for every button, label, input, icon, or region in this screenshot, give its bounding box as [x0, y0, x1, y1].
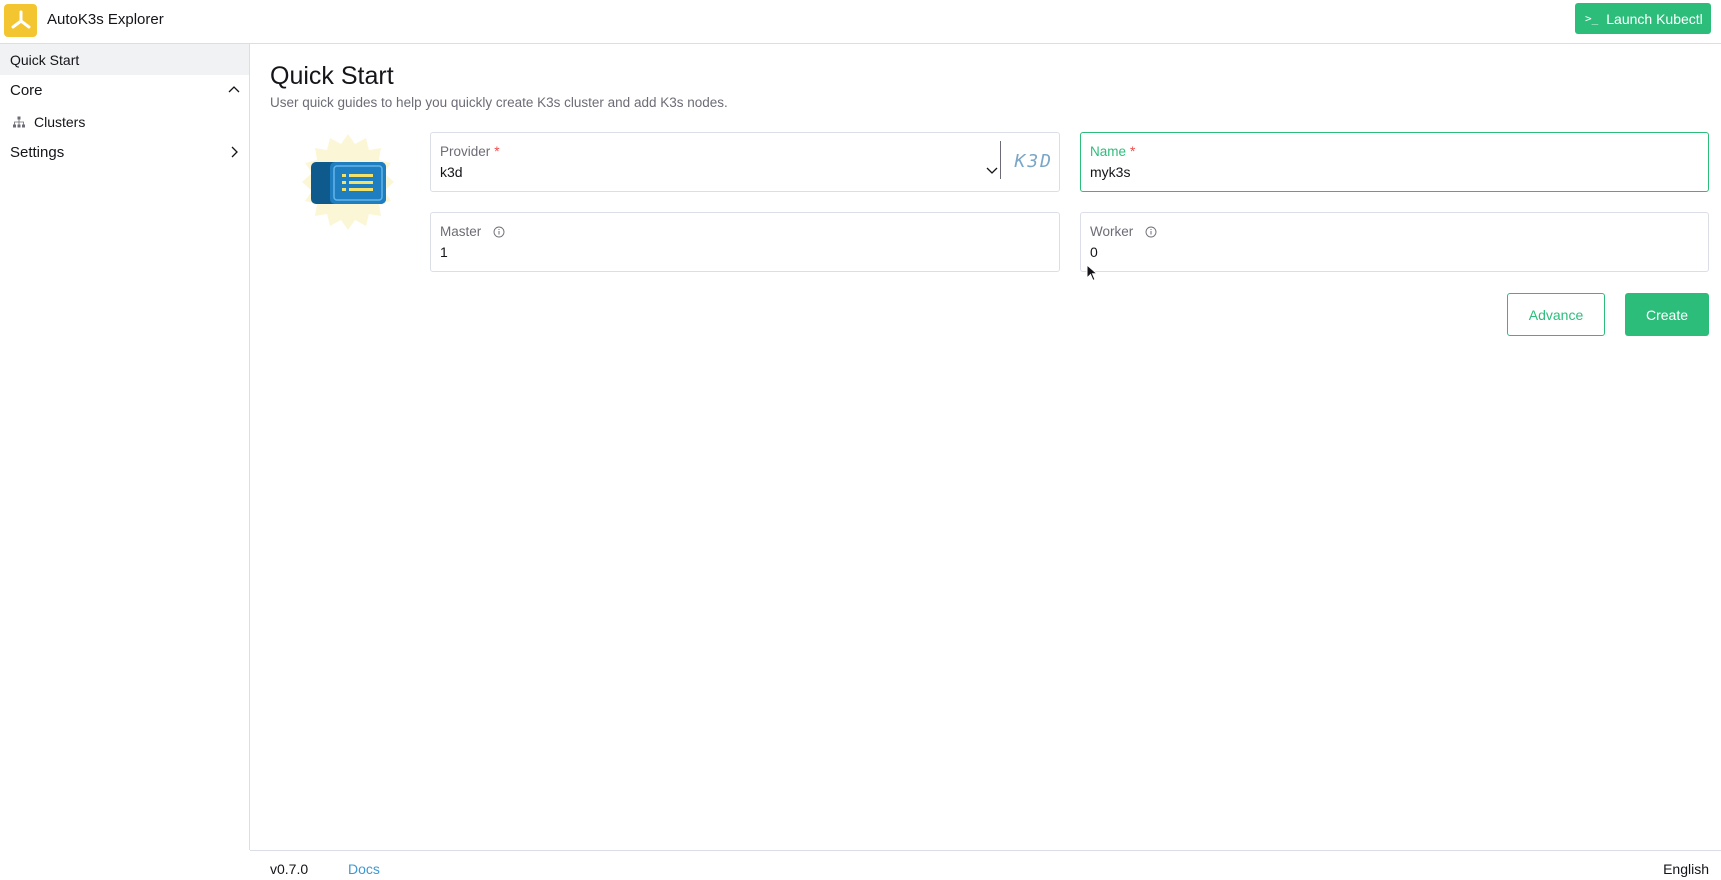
app-footer: v0.7.0 Docs English [250, 850, 1721, 880]
launch-kubectl-label: Launch Kubectl [1606, 10, 1703, 27]
provider-label: Provider * [440, 144, 500, 159]
name-field[interactable]: Name * myk3s [1080, 132, 1709, 192]
name-label-text: Name [1090, 144, 1127, 159]
main-content: Quick Start User quick guides to help yo… [250, 44, 1721, 850]
quick-start-illustration-icon [302, 134, 394, 230]
provider-label-text: Provider [440, 144, 491, 159]
name-label: Name * [1090, 144, 1135, 159]
required-marker: * [494, 144, 500, 159]
language-selector[interactable]: English [1663, 861, 1709, 877]
worker-value: 0 [1090, 244, 1098, 260]
name-value: myk3s [1090, 164, 1131, 180]
sidebar-item-label: Quick Start [10, 51, 80, 68]
info-icon[interactable] [493, 226, 505, 238]
app-header: AutoK3s Explorer >_ Launch Kubectl [0, 0, 1721, 44]
app-title: AutoK3s Explorer [47, 11, 164, 28]
sidebar-item-quick-start[interactable]: Quick Start [0, 44, 249, 75]
master-value: 1 [440, 244, 448, 260]
chevron-right-icon [231, 146, 238, 158]
sidebar-item-label: Settings [10, 144, 65, 161]
version-label: v0.7.0 [270, 861, 309, 877]
required-marker: * [1130, 144, 1136, 159]
provider-select[interactable]: Provider * k3d K3D [430, 132, 1060, 192]
chevron-up-icon [228, 86, 240, 93]
master-label: Master [440, 224, 505, 239]
master-field[interactable]: Master 1 [430, 212, 1060, 272]
provider-value: k3d [440, 164, 463, 180]
chevron-down-icon[interactable] [985, 163, 999, 177]
worker-label: Worker [1090, 224, 1157, 239]
info-icon[interactable] [1145, 226, 1157, 238]
advance-button[interactable]: Advance [1507, 293, 1605, 336]
sidebar-item-label: Core [10, 82, 43, 99]
sidebar-item-label: Clusters [34, 113, 86, 130]
master-label-text: Master [440, 224, 482, 239]
worker-label-text: Worker [1090, 224, 1134, 239]
mouse-cursor-icon [1086, 264, 1098, 282]
worker-field[interactable]: Worker 0 [1080, 212, 1709, 272]
terminal-icon: >_ [1585, 12, 1599, 25]
autok3s-logo-icon [4, 4, 37, 37]
sidebar-group-core[interactable]: Core [0, 75, 249, 106]
create-button[interactable]: Create [1625, 293, 1709, 336]
sidebar: Quick Start Core Clusters Settings [0, 44, 250, 850]
sidebar-group-settings[interactable]: Settings [0, 137, 249, 168]
docs-link[interactable]: Docs [348, 861, 380, 877]
k3d-provider-logo: K3D [1014, 151, 1053, 172]
sidebar-item-clusters[interactable]: Clusters [0, 106, 249, 137]
page-description: User quick guides to help you quickly cr… [270, 95, 728, 110]
cluster-tree-icon [13, 116, 25, 127]
page-title: Quick Start [270, 62, 394, 90]
launch-kubectl-button[interactable]: >_ Launch Kubectl [1575, 3, 1711, 34]
provider-divider [1000, 141, 1001, 179]
